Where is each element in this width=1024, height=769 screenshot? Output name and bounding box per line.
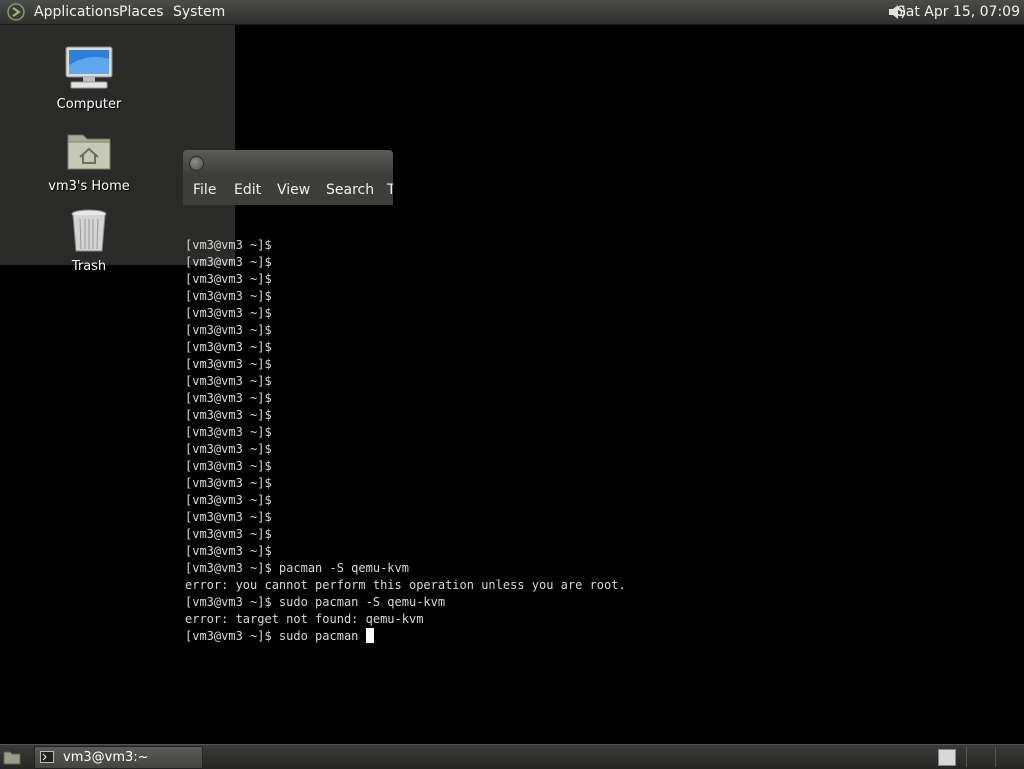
top-panel: Applications Places System Sat Apr 15, 0… [0,0,1024,25]
applications-menu[interactable]: Applications [34,0,120,24]
desktop-icon-label: vm3's Home [48,179,130,194]
terminal-menubar: File Edit View Search T [183,175,393,205]
terminal-line: [vm3@vm3 ~]$ [185,391,272,405]
terminal-line: [vm3@vm3 ~]$ [185,323,272,337]
terminal-line: [vm3@vm3 ~]$ [185,493,272,507]
workspace-separator [966,747,967,767]
menu-edit[interactable]: Edit [234,175,261,205]
workspace-switcher[interactable] [938,749,956,766]
terminal-line: [vm3@vm3 ~]$ [185,544,272,558]
terminal-line: [vm3@vm3 ~]$ sudo pacman -S qemu-kvm [185,595,446,609]
workspace-separator [995,747,996,767]
terminal-line: [vm3@vm3 ~]$ [185,306,272,320]
places-menu[interactable]: Places [119,0,164,24]
terminal-line: [vm3@vm3 ~]$ [185,425,272,439]
system-menu[interactable]: System [173,0,225,24]
terminal-icon [40,751,54,763]
terminal-line: [vm3@vm3 ~]$ [185,408,272,422]
desktop-icon-label: Trash [71,259,107,274]
terminal-line: [vm3@vm3 ~]$ [185,476,272,490]
bottom-panel: vm3@vm3:~ [0,744,1024,769]
computer-icon [65,46,113,89]
trash-icon [71,209,107,252]
terminal-current-input: [vm3@vm3 ~]$ sudo pacman [185,629,366,643]
terminal-line: [vm3@vm3 ~]$ [185,340,272,354]
menu-search[interactable]: Search [326,175,374,205]
terminal-line: error: you cannot perform this operation… [185,578,626,592]
clock[interactable]: Sat Apr 15, 07:09 [897,0,1020,24]
terminal-line: [vm3@vm3 ~]$ [185,238,272,252]
terminal-line: [vm3@vm3 ~]$ [185,442,272,456]
terminal-line: [vm3@vm3 ~]$ [185,272,272,286]
show-desktop-icon[interactable] [3,749,21,765]
window-close-icon[interactable] [189,156,204,171]
desktop-icon-trash[interactable]: Trash [34,207,144,274]
terminal-titlebar[interactable] [183,150,393,175]
text-cursor [365,628,374,643]
terminal-line: [vm3@vm3 ~]$ [185,357,272,371]
menu-terminal[interactable]: T [387,175,393,205]
terminal-line: [vm3@vm3 ~]$ [185,374,272,388]
terminal-line: [vm3@vm3 ~]$ [185,459,272,473]
terminal-prompt-line: [vm3@vm3 ~]$ sudo pacman [185,628,1023,645]
menu-view[interactable]: View [277,175,310,205]
desktop-icon-home[interactable]: vm3's Home [34,127,144,194]
terminal-output[interactable]: [vm3@vm3 ~]$ [vm3@vm3 ~]$ [vm3@vm3 ~]$ [vm3… [185,203,1023,643]
home-folder-icon [67,134,111,170]
menu-file[interactable]: File [193,175,216,205]
taskbar-button-terminal[interactable]: vm3@vm3:~ [34,746,203,769]
terminal-line: error: target not found: qemu-kvm [185,612,424,626]
desktop-icon-computer[interactable]: Computer [34,45,144,112]
terminal-line: [vm3@vm3 ~]$ [185,510,272,524]
distro-logo-icon[interactable] [7,3,25,21]
terminal-line: [vm3@vm3 ~]$ pacman -S qemu-kvm [185,561,409,575]
terminal-line: [vm3@vm3 ~]$ [185,255,272,269]
desktop-icon-label: Computer [56,97,122,112]
taskbar-button-label: vm3@vm3:~ [63,750,149,765]
terminal-line: [vm3@vm3 ~]$ [185,527,272,541]
terminal-line: [vm3@vm3 ~]$ [185,289,272,303]
